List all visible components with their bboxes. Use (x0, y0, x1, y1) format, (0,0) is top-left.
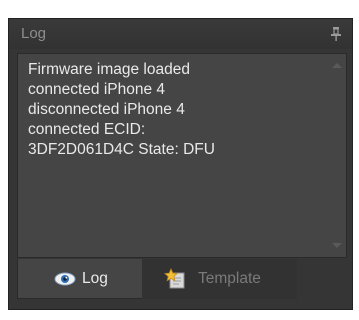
log-panel: Log Firmware image loaded connected iPho… (8, 18, 353, 310)
log-line: Firmware image loaded (28, 61, 190, 78)
pin-icon[interactable] (330, 26, 342, 42)
tab-template-label: Template (198, 270, 261, 287)
panel-header: Log (9, 19, 352, 49)
scroll-down-arrow-icon[interactable] (332, 243, 342, 248)
tab-log-label: Log (82, 270, 108, 287)
log-text-area[interactable]: Firmware image loaded connected iPhone 4… (17, 53, 347, 258)
log-line: connected iPhone 4 (28, 81, 166, 98)
app-window: Log Firmware image loaded connected iPho… (0, 0, 359, 320)
tab-log[interactable]: Log (17, 259, 142, 299)
scroll-up-arrow-icon[interactable] (332, 63, 342, 68)
log-line: 3DF2D061D4C State: DFU (28, 141, 215, 158)
log-line: disconnected iPhone 4 (28, 101, 185, 118)
log-line: connected ECID: (28, 121, 146, 138)
vertical-scrollbar[interactable] (328, 54, 346, 257)
panel-tabs: Log Template (17, 259, 347, 299)
panel-title: Log (21, 25, 47, 42)
tab-template[interactable]: Template (142, 259, 297, 299)
star-document-icon (164, 267, 188, 290)
log-content: Firmware image loaded connected iPhone 4… (28, 60, 323, 160)
eye-icon (54, 270, 76, 288)
